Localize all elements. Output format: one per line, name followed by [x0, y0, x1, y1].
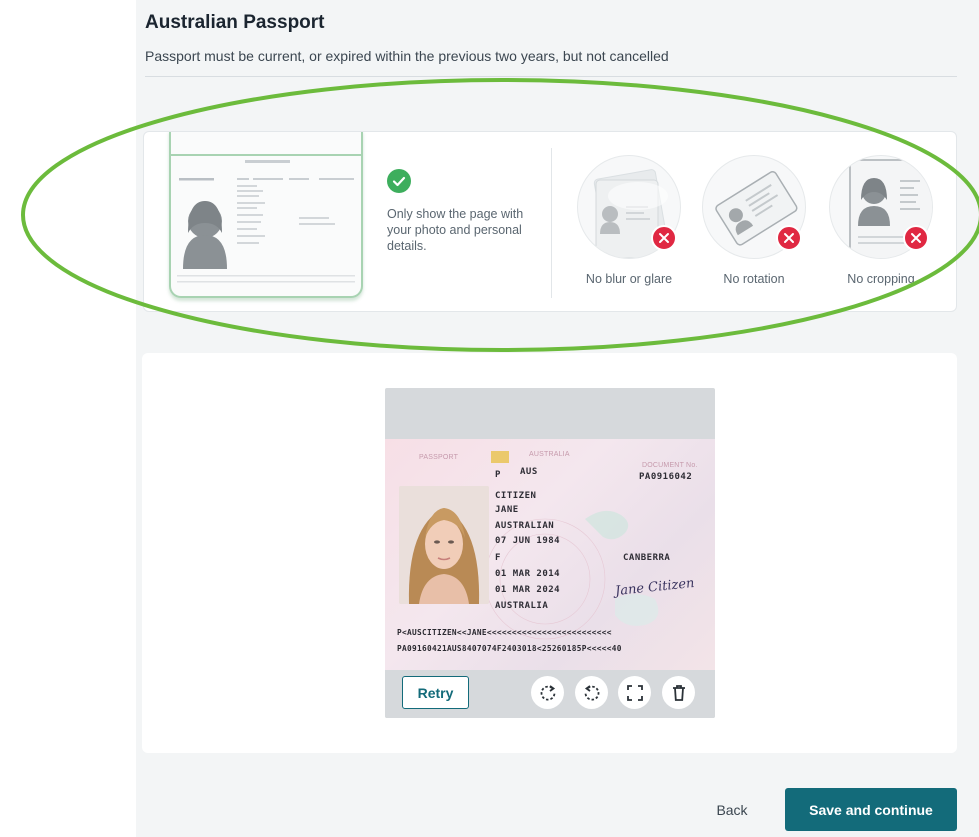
fullscreen-icon[interactable]	[618, 676, 651, 709]
guidance-text: Only show the page with your photo and p…	[387, 207, 524, 253]
surname: CITIZEN	[495, 491, 537, 501]
date-of-issue: 01 MAR 2014	[495, 569, 561, 579]
check-icon	[387, 169, 411, 193]
place-of-birth: CANBERRA	[623, 553, 671, 563]
photo-guidance-card: Only show the page with your photo and p…	[143, 131, 957, 312]
passport-preview[interactable]: PASSPORT AUSTRALIA DOCUMENT No. PA091604…	[385, 388, 715, 718]
retry-button[interactable]: Retry	[402, 676, 469, 709]
passport-image: PASSPORT AUSTRALIA DOCUMENT No. PA091604…	[385, 439, 715, 670]
given-names: JANE	[495, 505, 519, 515]
rotate-left-icon[interactable]	[575, 676, 608, 709]
bad-example-label: No blur or glare	[585, 272, 673, 286]
back-button[interactable]: Back	[687, 788, 777, 831]
upload-card: PASSPORT AUSTRALIA DOCUMENT No. PA091604…	[142, 353, 957, 753]
divider	[145, 76, 957, 77]
bad-example-cropping: No cropping	[819, 155, 939, 305]
passport-country-label: AUSTRALIA	[529, 451, 570, 458]
document-number: PA0916042	[639, 472, 693, 482]
date-of-birth: 07 JUN 1984	[495, 536, 561, 546]
error-icon	[651, 225, 677, 251]
bad-example-label: No cropping	[847, 272, 915, 286]
bad-example-rotation: No rotation	[692, 155, 812, 305]
mrz-line-1: P<AUSCITIZEN<<JANE<<<<<<<<<<<<<<<<<<<<<<…	[397, 628, 612, 637]
authority: AUSTRALIA	[495, 601, 549, 611]
page-title: Australian Passport	[145, 12, 325, 33]
passport-type: P	[495, 470, 501, 480]
date-of-expiry: 01 MAR 2024	[495, 585, 561, 595]
sex: F	[495, 553, 501, 563]
country-code: AUS	[520, 467, 538, 477]
bad-example-label: No rotation	[723, 272, 785, 286]
mrz-line-2: PA09160421AUS8407074F2403018<25260185P<<…	[397, 644, 622, 653]
delete-icon[interactable]	[662, 676, 695, 709]
bad-example-blur: No blur or glare	[567, 155, 687, 305]
rotate-right-icon[interactable]	[531, 676, 564, 709]
preview-toolbar: Retry	[385, 670, 715, 718]
passport-page-illustration	[177, 160, 355, 283]
error-icon	[776, 225, 802, 251]
nationality: AUSTRALIAN	[495, 521, 555, 531]
error-icon	[903, 225, 929, 251]
page-subtitle: Passport must be current, or expired wit…	[145, 48, 669, 64]
document-number-label: DOCUMENT No.	[642, 462, 698, 469]
save-and-continue-button[interactable]: Save and continue	[785, 788, 957, 831]
divider	[551, 148, 552, 298]
passport-header-label: PASSPORT	[419, 454, 459, 461]
holder-photo	[399, 486, 489, 604]
correct-passport-page-icon	[169, 132, 363, 298]
